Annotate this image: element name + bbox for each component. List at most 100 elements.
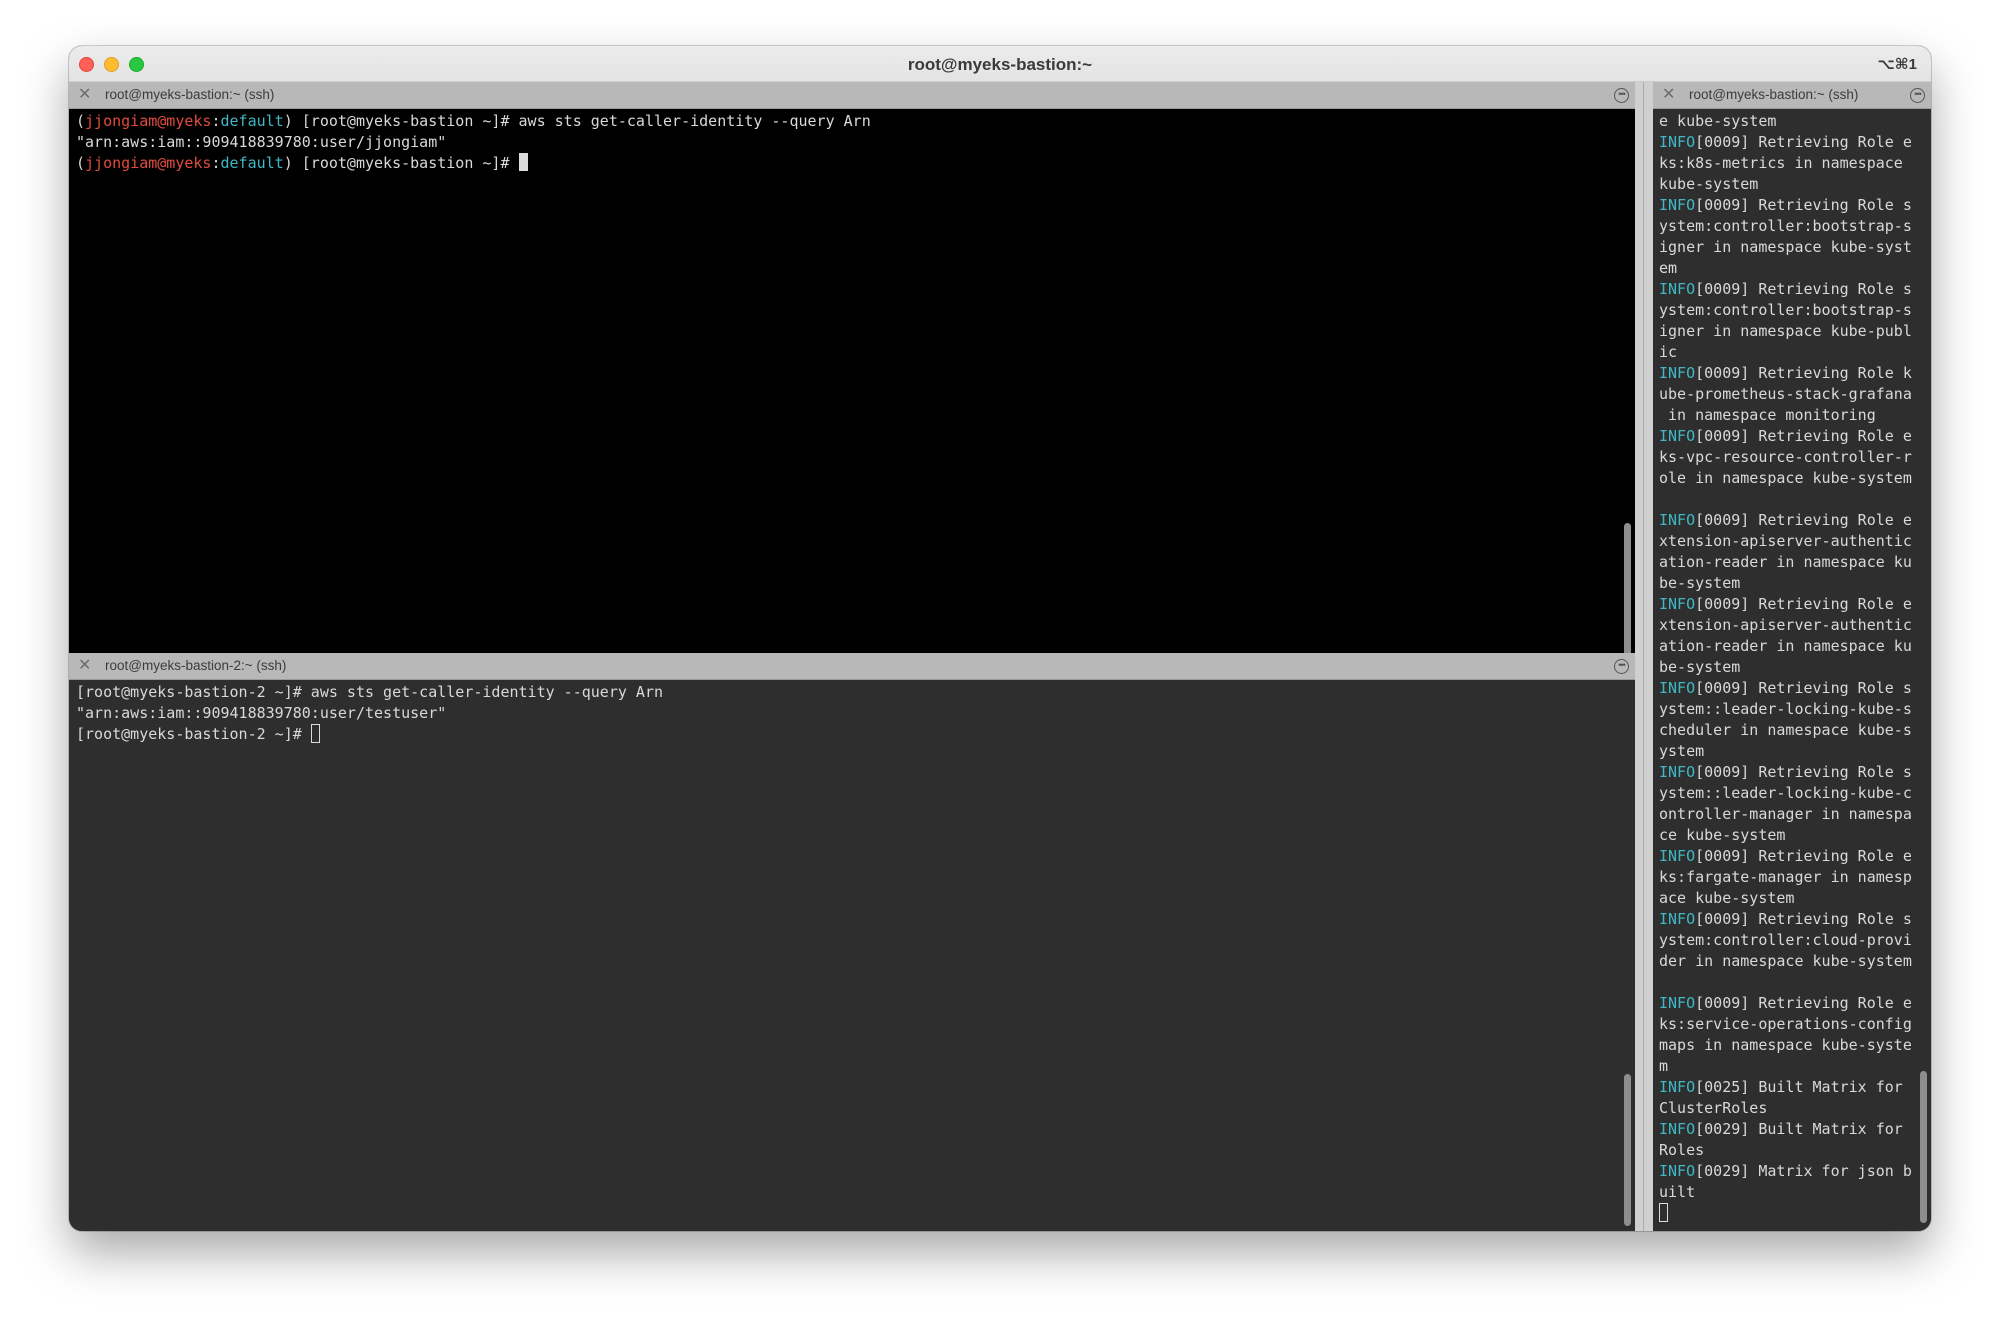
terminal-line: ystem:controller:bootstrap-s (1659, 300, 1931, 321)
terminal-text: default (220, 154, 284, 172)
terminal-text: kube-system (1659, 175, 1759, 193)
pane-divider[interactable] (1635, 82, 1653, 1231)
terminal-text: ) [root@myeks-bastion ~]# aws sts get-ca… (283, 112, 871, 130)
scrollbar-thumb[interactable] (1624, 523, 1631, 653)
scrollbar-thumb[interactable] (1624, 1074, 1631, 1226)
terminal-text: ks:k8s-metrics in namespace (1659, 154, 1903, 172)
terminal-line: der in namespace kube-system (1659, 951, 1931, 972)
terminal-line: "arn:aws:iam::909418839780:user/jjongiam… (76, 132, 1635, 153)
terminal-line: INFO[0009] Retrieving Role s (1659, 909, 1931, 930)
terminal-text: ation-reader in namespace ku (1659, 553, 1912, 571)
terminal-text: cheduler in namespace kube-s (1659, 721, 1912, 739)
terminal-line: uilt (1659, 1182, 1931, 1203)
terminal-line: INFO[0009] Retrieving Role s (1659, 279, 1931, 300)
more-options-icon[interactable]: ••• (1910, 88, 1925, 103)
more-options-icon[interactable]: ••• (1614, 88, 1629, 103)
terminal-output-right[interactable]: e kube-system INFO[0009] Retrieving Role … (1653, 109, 1931, 1231)
terminal-line: ks:service-operations-config (1659, 1014, 1931, 1035)
terminal-text: be-system (1659, 574, 1741, 592)
terminal-text: INFO (1659, 133, 1696, 151)
terminal-text: [0009] Retrieving Role e (1695, 994, 1912, 1012)
terminal-text: ation-reader in namespace ku (1659, 637, 1912, 655)
window-shortcut: ⌥⌘1 (1877, 56, 1917, 73)
close-icon[interactable]: ✕ (78, 656, 91, 676)
terminal-text: [0009] Retrieving Role k (1695, 364, 1912, 382)
terminal-line: ation-reader in namespace ku (1659, 636, 1931, 657)
pane-tab-bottom[interactable]: ✕ root@myeks-bastion-2:~ (ssh) ••• (69, 653, 1635, 680)
terminal-line: ole in namespace kube-system (1659, 468, 1931, 489)
pane-tab-top[interactable]: ✕ root@myeks-bastion:~ (ssh) ••• (69, 82, 1635, 109)
pane-top-left[interactable]: ✕ root@myeks-bastion:~ (ssh) ••• (jjongi… (69, 82, 1635, 653)
terminal-text: ystem:controller:bootstrap-s (1659, 301, 1912, 319)
terminal-line: igner in namespace kube-publ (1659, 321, 1931, 342)
terminal-cursor (1659, 1203, 1668, 1222)
pane-tab-title: root@myeks-bastion:~ (ssh) (105, 87, 275, 102)
terminal-text: "arn:aws:iam::909418839780:user/testuser… (76, 704, 447, 722)
window-title: root@myeks-bastion:~ (907, 55, 1093, 74)
terminal-text: [0009] Retrieving Role e (1695, 595, 1912, 613)
terminal-line: "arn:aws:iam::909418839780:user/testuser… (76, 703, 1635, 724)
terminal-text: ace kube-system (1659, 889, 1795, 907)
terminal-line: INFO[0009] Retrieving Role e (1659, 426, 1931, 447)
terminal-line: ystem:controller:bootstrap-s (1659, 216, 1931, 237)
terminal-line: ystem (1659, 741, 1931, 762)
close-icon[interactable]: ✕ (1662, 85, 1675, 105)
terminal-text: igner in namespace kube-publ (1659, 322, 1912, 340)
terminal-text: ic (1659, 343, 1678, 361)
terminal-cursor (518, 153, 528, 171)
terminal-output-top[interactable]: (jjongiam@myeks:default) [root@myeks-bas… (69, 109, 1635, 653)
terminal-text: ) [root@myeks-bastion ~]# (283, 154, 519, 172)
terminal-line: be-system (1659, 573, 1931, 594)
more-options-icon[interactable]: ••• (1614, 659, 1629, 674)
terminal-line: xtension-apiserver-authentic (1659, 615, 1931, 636)
terminal-line: INFO[0009] Retrieving Role s (1659, 195, 1931, 216)
terminal-text: : (211, 154, 221, 172)
terminal-text: Roles (1659, 1141, 1705, 1159)
terminal-text: INFO (1659, 679, 1696, 697)
terminal-line: INFO[0029] Built Matrix for (1659, 1119, 1931, 1140)
terminal-text: em (1659, 259, 1678, 277)
terminal-text: [0029] Built Matrix for (1695, 1120, 1903, 1138)
terminal-line: em (1659, 258, 1931, 279)
terminal-text: ube-prometheus-stack-grafana (1659, 385, 1912, 403)
terminal-text: INFO (1659, 280, 1696, 298)
scrollbar-thumb[interactable] (1920, 1071, 1927, 1223)
terminal-text: jjongiam@myeks (85, 112, 212, 130)
terminal-output-bottom[interactable]: [root@myeks-bastion-2 ~]# aws sts get-ca… (69, 680, 1635, 1231)
terminal-line: kube-system (1659, 174, 1931, 195)
terminal-text: ystem:controller:bootstrap-s (1659, 217, 1912, 235)
terminal-text: xtension-apiserver-authentic (1659, 616, 1912, 634)
terminal-line: in namespace monitoring (1659, 405, 1931, 426)
terminal-line: ystem::leader-locking-kube-c (1659, 783, 1931, 804)
scrollbar-bottom[interactable] (1621, 680, 1635, 1231)
terminal-line (1659, 1203, 1931, 1224)
terminal-text: m (1659, 1057, 1669, 1075)
terminal-text: [root@myeks-bastion-2 ~]# (76, 725, 311, 743)
scrollbar-right[interactable] (1917, 109, 1931, 1231)
scrollbar-top[interactable] (1621, 109, 1635, 653)
terminal-text: : (211, 112, 221, 130)
terminal-line: INFO[0009] Retrieving Role e (1659, 993, 1931, 1014)
terminal-text: ClusterRoles (1659, 1099, 1768, 1117)
terminal-text: der in namespace kube-system (1659, 952, 1912, 970)
terminal-line: ce kube-system (1659, 825, 1931, 846)
terminal-text: [0009] Retrieving Role e (1695, 847, 1912, 865)
pane-bottom-left[interactable]: ✕ root@myeks-bastion-2:~ (ssh) ••• [root… (69, 653, 1635, 1231)
pane-tab-right[interactable]: ✕ root@myeks-bastion:~ (ssh) ••• (1653, 82, 1931, 109)
terminal-text: [0009] Retrieving Role e (1695, 133, 1912, 151)
terminal-line: ystem:controller:cloud-provi (1659, 930, 1931, 951)
terminal-line: ic (1659, 342, 1931, 363)
terminal-line: INFO[0009] Retrieving Role s (1659, 678, 1931, 699)
title-bar: root@myeks-bastion:~ ⌥⌘1 (69, 46, 1931, 82)
terminal-line: maps in namespace kube-syste (1659, 1035, 1931, 1056)
terminal-line: (jjongiam@myeks:default) [root@myeks-bas… (76, 111, 1635, 132)
terminal-text: [0009] Retrieving Role e (1695, 511, 1912, 529)
terminal-line: ube-prometheus-stack-grafana (1659, 384, 1931, 405)
terminal-text: [0009] Retrieving Role s (1695, 679, 1912, 697)
terminal-line: ks-vpc-resource-controller-r (1659, 447, 1931, 468)
pane-tab-title: root@myeks-bastion-2:~ (ssh) (105, 658, 287, 673)
close-icon[interactable]: ✕ (78, 85, 91, 105)
pane-right[interactable]: ✕ root@myeks-bastion:~ (ssh) ••• e kube-… (1653, 82, 1931, 1231)
terminal-window: root@myeks-bastion:~ ⌥⌘1 ✕ root@myeks-ba… (69, 46, 1931, 1231)
